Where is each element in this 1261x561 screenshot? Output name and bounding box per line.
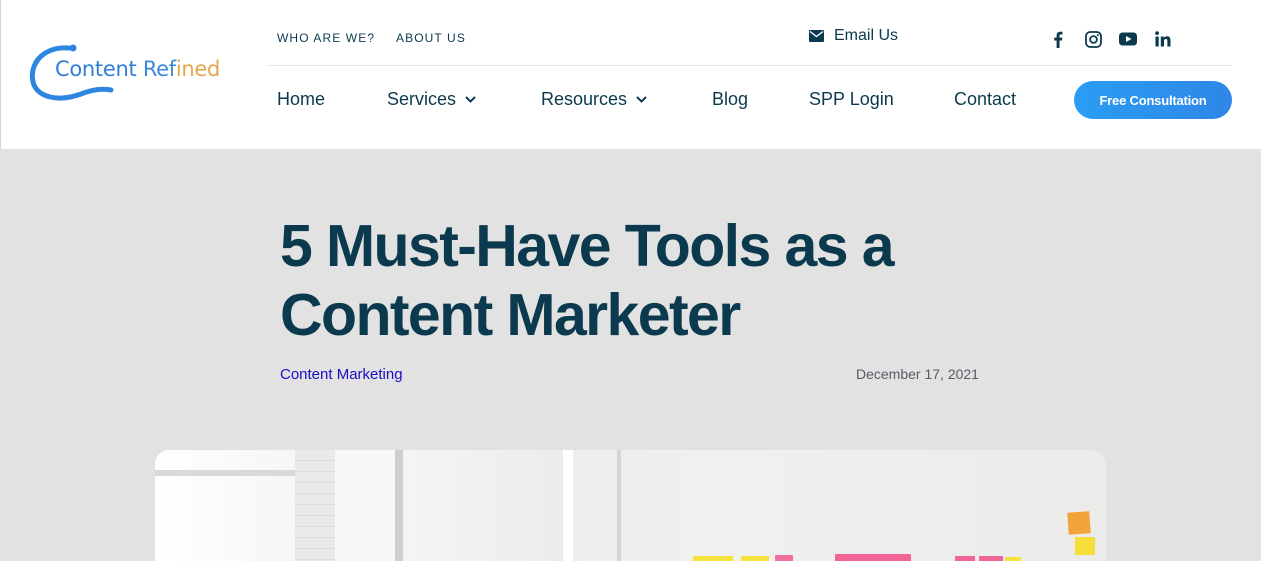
nav-item-label: Home xyxy=(277,89,326,109)
email-us-link[interactable]: Email Us xyxy=(809,27,898,45)
brand-logo[interactable]: Content Refined xyxy=(29,42,239,104)
main-nav: Home Services Resources Blog SPP Login C… xyxy=(277,80,1232,120)
featured-image xyxy=(155,450,1106,561)
nav-item-label: SPP Login xyxy=(809,89,894,109)
toplink-who-are-we[interactable]: WHO ARE WE? xyxy=(277,31,375,45)
nav-item-contact[interactable]: Contact xyxy=(954,89,1016,110)
instagram-icon[interactable] xyxy=(1083,29,1103,49)
sticky-note xyxy=(1005,557,1021,561)
sticky-note xyxy=(979,556,1003,561)
sticky-note xyxy=(1075,537,1095,555)
window-crossbar xyxy=(155,470,295,476)
sticky-note xyxy=(1067,511,1091,535)
toplink-about-us[interactable]: ABOUT US xyxy=(396,31,466,45)
nav-item-home[interactable]: Home xyxy=(277,89,325,110)
window-light xyxy=(335,450,395,561)
brand-wordmark: Content Refined xyxy=(55,57,220,81)
sticky-note xyxy=(775,555,793,561)
page-title: 5 Must-Have Tools as a Content Marketer xyxy=(280,212,980,350)
nav-item-resources[interactable]: Resources xyxy=(541,89,647,110)
sticky-note xyxy=(693,556,733,561)
publish-date: December 17, 2021 xyxy=(856,366,979,382)
window-frame xyxy=(617,450,621,561)
nav-item-spp-login[interactable]: SPP Login xyxy=(809,89,894,110)
page-title-line2: Content Marketer xyxy=(280,282,741,348)
sticky-note xyxy=(955,556,975,561)
brand-name-part3: ined xyxy=(175,57,221,81)
nav-item-services[interactable]: Services xyxy=(387,89,476,110)
brand-name-part1: Content xyxy=(55,57,137,81)
chevron-down-icon xyxy=(465,96,476,103)
linkedin-icon[interactable] xyxy=(1153,29,1173,49)
page-title-line1: 5 Must-Have Tools as a xyxy=(280,213,895,279)
nav-item-label: Services xyxy=(387,89,457,109)
email-us-label: Email Us xyxy=(834,27,899,44)
wall-section xyxy=(403,450,563,561)
chevron-down-icon xyxy=(636,96,647,103)
envelope-icon xyxy=(809,30,824,42)
category-link[interactable]: Content Marketing xyxy=(280,366,403,383)
nav-item-blog[interactable]: Blog xyxy=(712,89,748,110)
brick-wall xyxy=(295,450,335,561)
top-bar: WHO ARE WE? ABOUT US Email Us xyxy=(267,0,1232,66)
free-consultation-button[interactable]: Free Consultation xyxy=(1074,81,1232,119)
sticky-note xyxy=(835,554,911,561)
nav-item-label: Contact xyxy=(954,89,1017,109)
window-light xyxy=(155,450,295,561)
window-frame xyxy=(395,450,403,561)
youtube-icon[interactable] xyxy=(1118,29,1138,49)
nav-item-label: Resources xyxy=(541,89,628,109)
facebook-icon[interactable] xyxy=(1048,29,1068,49)
sticky-note xyxy=(741,556,769,561)
brand-name-part2: Ref xyxy=(142,57,176,81)
site-header: Content Refined WHO ARE WE? ABOUT US Ema… xyxy=(0,0,1261,149)
nav-item-label: Blog xyxy=(712,89,749,109)
window-light xyxy=(563,450,573,561)
